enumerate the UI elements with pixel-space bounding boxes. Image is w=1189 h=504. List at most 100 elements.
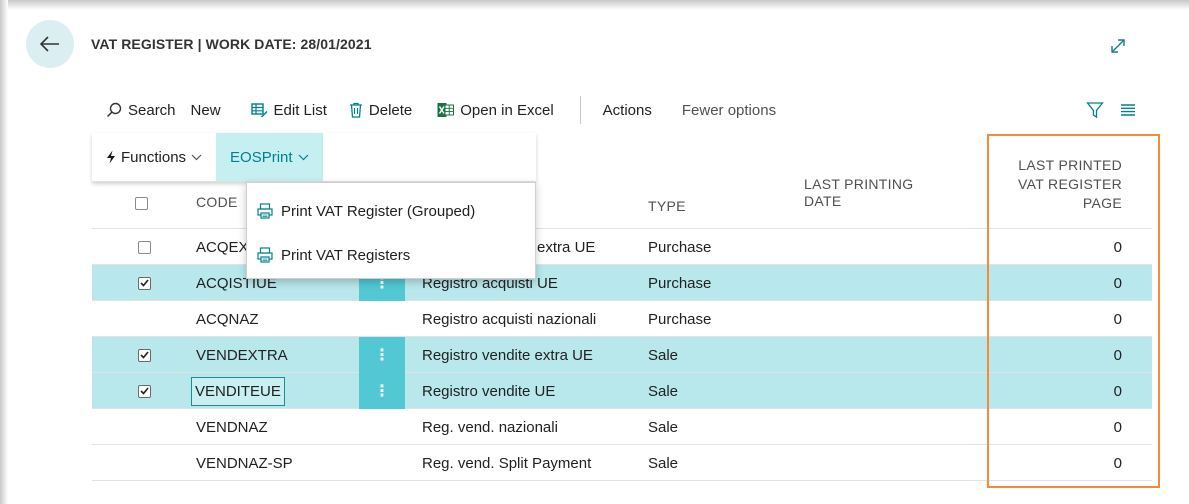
- menu-item-print-vat-registers[interactable]: Print VAT Registers: [257, 237, 527, 273]
- last-printed-page-cell[interactable]: 0: [1114, 445, 1122, 481]
- vertical-dots-icon[interactable]: ⋮: [359, 373, 405, 409]
- filter-icon[interactable]: [1086, 101, 1104, 119]
- new-button[interactable]: New: [191, 92, 221, 128]
- column-header-last-printed-page-line3: PAGE: [1082, 195, 1122, 211]
- trash-icon: [349, 102, 362, 118]
- list-view-icon[interactable]: [1120, 103, 1136, 117]
- table-row[interactable]: VENDNAZ-SP Reg. vend. Split Payment Sale…: [92, 445, 1152, 481]
- type-cell[interactable]: Purchase: [648, 229, 711, 265]
- edit-list-label: Edit List: [273, 101, 327, 119]
- type-cell[interactable]: Purchase: [648, 301, 711, 337]
- column-header-last-printing-date-line2: DATE: [804, 193, 842, 209]
- last-printed-page-cell[interactable]: 0: [1114, 337, 1122, 373]
- description-cell[interactable]: Registro vendite UE: [422, 373, 555, 409]
- row-checkbox[interactable]: [134, 373, 154, 409]
- expand-icon: [1111, 39, 1125, 53]
- code-cell[interactable]: VENDNAZ: [196, 409, 268, 445]
- search-button[interactable]: Search: [106, 92, 176, 128]
- menu-item-print-vat-register-grouped[interactable]: Print VAT Register (Grouped): [257, 193, 527, 229]
- row-checkbox[interactable]: [134, 265, 154, 301]
- eosprint-label: EOSPrint: [230, 148, 293, 166]
- checkbox-box[interactable]: [137, 276, 151, 290]
- row-actions-button[interactable]: ⋮: [359, 337, 405, 373]
- checkbox-box[interactable]: [137, 240, 151, 254]
- description-cell[interactable]: Registro acquisti nazionali: [422, 301, 596, 337]
- open-in-excel-label: Open in Excel: [460, 101, 554, 119]
- window-shadow-top: [0, 0, 1189, 10]
- table-row[interactable]: ACQNAZ Registro acquisti nazionali Purch…: [92, 301, 1152, 337]
- open-in-excel-button[interactable]: Open in Excel: [437, 92, 554, 128]
- menu-item-label: Print VAT Register (Grouped): [281, 202, 476, 220]
- edit-list-button[interactable]: Edit List: [250, 92, 327, 128]
- print-icon: [257, 247, 273, 263]
- type-cell[interactable]: Sale: [648, 409, 678, 445]
- eosprint-menu-button[interactable]: EOSPrint: [216, 133, 323, 181]
- actions-label: Actions: [602, 101, 652, 119]
- row-checkbox[interactable]: [134, 337, 154, 373]
- view-controls: [1086, 92, 1136, 128]
- page: VAT REGISTER | WORK DATE: 28/01/2021 Sea…: [8, 10, 1183, 504]
- arrow-left-icon: [40, 36, 59, 52]
- vertical-dots-icon[interactable]: ⋮: [359, 337, 405, 373]
- fewer-options-button[interactable]: Fewer options: [682, 92, 776, 128]
- column-header-type[interactable]: TYPE: [648, 198, 686, 214]
- functions-label: Functions: [121, 148, 187, 166]
- code-cell[interactable]: ACQNAZ: [196, 301, 259, 337]
- last-printed-page-cell[interactable]: 0: [1114, 265, 1122, 301]
- column-header-last-printed-page-line1: LAST PRINTED: [1018, 157, 1122, 173]
- action-separator: [579, 96, 581, 124]
- column-header-last-printed-page-line2: VAT REGISTER: [1018, 176, 1122, 192]
- checkmark-icon: [139, 279, 149, 287]
- search-label: Search: [128, 101, 176, 119]
- new-label: New: [190, 101, 221, 119]
- chevron-down-icon: [191, 154, 202, 160]
- checkmark-icon: [139, 387, 149, 395]
- code-cell[interactable]: VENDEXTRA: [196, 337, 288, 373]
- delete-button[interactable]: Delete: [349, 92, 412, 128]
- select-all-checkbox[interactable]: [135, 197, 148, 210]
- table-row[interactable]: VENDEXTRA ⋮ Registro vendite extra UE Sa…: [92, 337, 1152, 373]
- search-icon: [106, 102, 122, 118]
- description-cell[interactable]: Reg. vend. nazionali: [422, 409, 558, 445]
- type-cell[interactable]: Sale: [648, 337, 678, 373]
- code-cell-focused[interactable]: VENDITEUE: [191, 373, 285, 409]
- column-header-last-printing-date[interactable]: LAST PRINTING DATE: [804, 176, 913, 210]
- fewer-options-label: Fewer options: [681, 101, 777, 119]
- last-printed-page-cell[interactable]: 0: [1114, 409, 1122, 445]
- last-printed-page-cell[interactable]: 0: [1114, 229, 1122, 265]
- lightning-icon: [107, 150, 115, 164]
- code-cell[interactable]: VENDNAZ-SP: [196, 445, 293, 481]
- functions-bar: Functions EOSPrint: [92, 133, 536, 182]
- excel-icon: [437, 103, 455, 117]
- last-printed-page-cell[interactable]: 0: [1114, 301, 1122, 337]
- row-actions-button[interactable]: ⋮: [359, 373, 405, 409]
- select-all-box[interactable]: [135, 197, 148, 210]
- description-cell[interactable]: Reg. vend. Split Payment: [422, 445, 591, 481]
- print-icon: [257, 203, 273, 219]
- table-row[interactable]: VENDNAZ Reg. vend. nazionali Sale 0: [92, 409, 1152, 445]
- type-cell[interactable]: Sale: [648, 373, 678, 409]
- edit-list-icon: [250, 102, 268, 117]
- actions-menu-button[interactable]: Actions: [603, 92, 652, 128]
- row-checkbox[interactable]: [134, 229, 154, 265]
- description-cell[interactable]: Registro vendite extra UE: [422, 337, 593, 373]
- action-bar: Search New Edit List Delete Open in Exce…: [96, 92, 1146, 128]
- last-printed-page-cell[interactable]: 0: [1114, 373, 1122, 409]
- column-header-last-printed-page[interactable]: LAST PRINTED VAT REGISTER PAGE: [1018, 156, 1122, 213]
- window-shadow-left: [0, 0, 8, 504]
- eosprint-dropdown-menu: Print VAT Register (Grouped) Print VAT R…: [246, 182, 536, 279]
- back-button[interactable]: [26, 20, 74, 68]
- checkbox-box[interactable]: [137, 384, 151, 398]
- type-cell[interactable]: Sale: [648, 445, 678, 481]
- expand-button[interactable]: [1106, 34, 1130, 58]
- page-title: VAT REGISTER | WORK DATE: 28/01/2021: [91, 36, 372, 52]
- column-header-code[interactable]: CODE: [196, 194, 238, 210]
- code-focus-box[interactable]: VENDITEUE: [191, 376, 285, 406]
- type-cell[interactable]: Purchase: [648, 265, 711, 301]
- chevron-down-icon: [298, 154, 309, 160]
- checkmark-icon: [139, 351, 149, 359]
- delete-label: Delete: [368, 101, 413, 119]
- functions-menu-button[interactable]: Functions: [92, 133, 216, 181]
- table-row[interactable]: VENDITEUE ⋮ Registro vendite UE Sale 0: [92, 373, 1152, 409]
- checkbox-box[interactable]: [137, 348, 151, 362]
